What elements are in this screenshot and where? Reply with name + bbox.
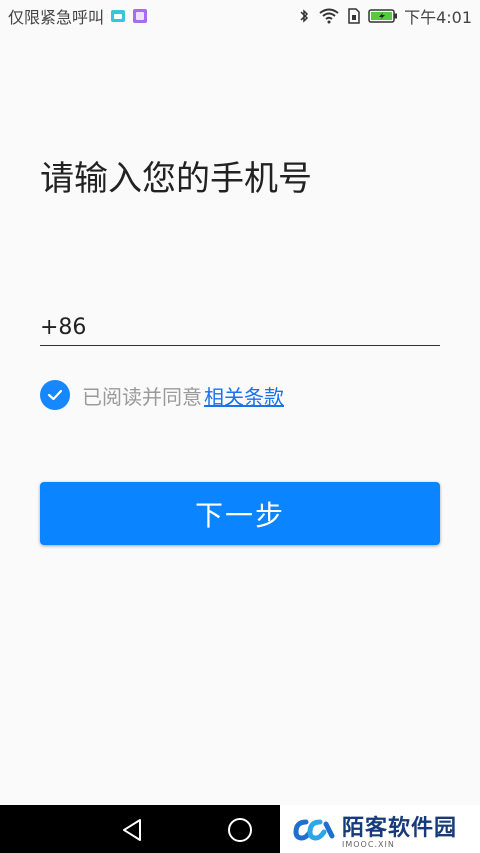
watermark-sub: IMOOC.XIN	[342, 839, 395, 849]
bluetooth-icon	[300, 9, 309, 23]
watermark: 陌客软件园 IMOOC.XIN	[280, 805, 480, 853]
time-label: 下午4:01	[404, 8, 472, 27]
back-icon[interactable]	[120, 817, 146, 843]
phone-input[interactable]	[96, 310, 440, 345]
page-title: 请输入您的手机号	[40, 159, 312, 199]
watermark-text: 陌客软件园 IMOOC.XIN	[342, 810, 457, 849]
status-bar: 仅限紧急呼叫 下午4:01	[0, 0, 480, 32]
status-right: 下午4:01	[296, 4, 472, 28]
wifi-icon	[319, 8, 339, 24]
watermark-name: 陌客软件园	[342, 814, 458, 841]
android-icon	[111, 10, 126, 22]
home-icon[interactable]	[227, 817, 253, 843]
country-code: +86	[40, 315, 87, 340]
terms-link[interactable]: 相关条款	[204, 381, 284, 410]
agreement-row: 已阅读并同意 相关条款	[40, 380, 284, 410]
sim-icon	[348, 8, 360, 24]
agreement-text: 已阅读并同意	[82, 384, 202, 409]
status-left: 仅限紧急呼叫	[8, 4, 148, 28]
check-icon	[47, 389, 63, 401]
next-button[interactable]: 下一步	[40, 482, 440, 545]
agreement-checkbox[interactable]	[40, 380, 70, 410]
battery-charging-icon	[368, 9, 398, 23]
watermark-logo-icon	[293, 819, 335, 841]
carrier-label: 仅限紧急呼叫	[8, 8, 105, 27]
phone-field[interactable]: +86	[40, 310, 440, 346]
image-icon	[133, 9, 148, 23]
